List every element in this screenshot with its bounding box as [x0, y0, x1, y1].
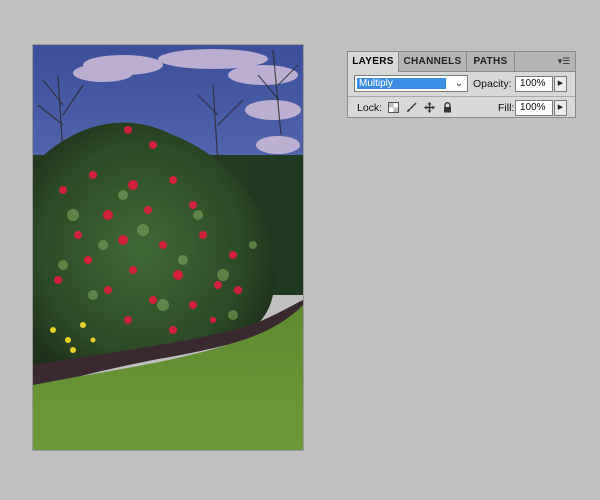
tab-paths[interactable]: PATHS [467, 52, 515, 71]
lock-fill-row: Lock: Fill: 100% ▶ [348, 97, 575, 118]
blend-mode-value: Multiply [357, 78, 446, 89]
opacity-input[interactable]: 100% [515, 76, 553, 92]
lock-position-icon[interactable] [424, 102, 435, 113]
lock-all-icon[interactable] [442, 102, 453, 113]
tab-channels[interactable]: CHANNELS [399, 52, 467, 71]
garden-photo [33, 45, 303, 450]
fill-input[interactable]: 100% [515, 100, 553, 116]
lock-transparent-pixels-icon[interactable] [388, 102, 399, 113]
layers-panel: LAYERS CHANNELS PATHS ▾☰ Multiply ⌄ Opac… [347, 51, 576, 118]
opacity-label: Opacity: [473, 78, 512, 90]
blend-opacity-row: Multiply ⌄ Opacity: 100% ▶ [348, 72, 575, 96]
document-canvas[interactable] [33, 45, 303, 450]
lock-label: Lock: [357, 102, 383, 114]
chevron-down-icon[interactable]: ⌄ [453, 76, 465, 91]
lock-image-pixels-icon[interactable] [406, 102, 417, 113]
opacity-slider-arrow-icon[interactable]: ▶ [554, 76, 567, 92]
fill-slider-arrow-icon[interactable]: ▶ [554, 100, 567, 116]
fill-label: Fill: [498, 102, 515, 114]
blend-mode-dropdown[interactable]: Multiply ⌄ [354, 75, 468, 92]
panel-tab-bar: LAYERS CHANNELS PATHS ▾☰ [348, 52, 575, 72]
tab-layers[interactable]: LAYERS [348, 52, 399, 72]
panel-menu-icon[interactable]: ▾☰ [557, 55, 571, 67]
